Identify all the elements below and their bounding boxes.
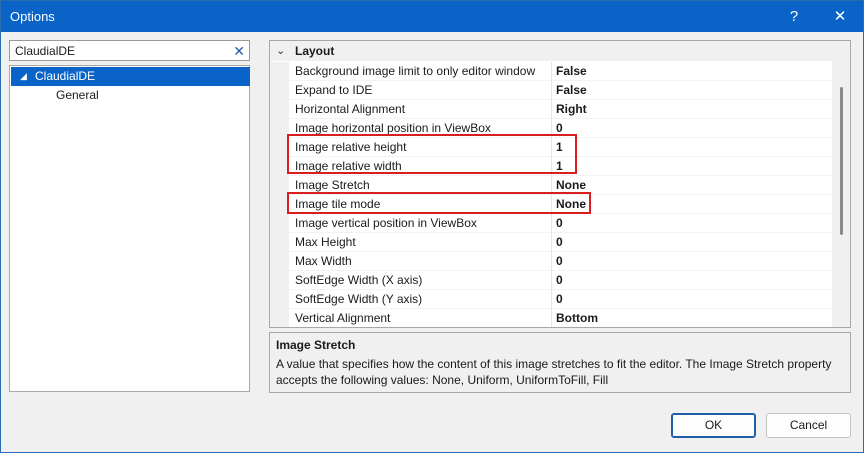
window-title: Options xyxy=(10,9,55,24)
property-value[interactable]: 0 xyxy=(556,252,563,270)
property-name: Image vertical position in ViewBox xyxy=(295,216,477,230)
property-grid: ⌄ Layout Background image limit to only … xyxy=(269,40,851,328)
column-divider[interactable] xyxy=(551,81,552,100)
cancel-button[interactable]: Cancel xyxy=(766,413,851,438)
property-value[interactable]: 0 xyxy=(556,290,563,308)
column-divider[interactable] xyxy=(551,214,552,233)
property-gutter xyxy=(270,214,289,233)
property-name: Background image limit to only editor wi… xyxy=(295,64,536,78)
property-value[interactable]: 0 xyxy=(556,233,563,251)
property-gutter xyxy=(270,252,289,271)
search-input-value: ClaudialDE xyxy=(15,44,76,58)
property-grid-body: ⌄ Layout Background image limit to only … xyxy=(270,41,832,327)
column-divider[interactable] xyxy=(551,309,552,327)
property-row[interactable]: Horizontal Alignment Right xyxy=(270,100,832,119)
property-name: SoftEdge Width (Y axis) xyxy=(295,292,423,306)
ok-button[interactable]: OK xyxy=(671,413,756,438)
property-name: Expand to IDE xyxy=(295,83,373,97)
property-row[interactable]: Background image limit to only editor wi… xyxy=(270,62,832,81)
description-body: A value that specifies how the content o… xyxy=(276,357,832,387)
column-divider[interactable] xyxy=(551,290,552,309)
column-divider[interactable] xyxy=(551,100,552,119)
highlight-box-tile-mode xyxy=(287,192,591,214)
options-tree: ◢ ClaudialDE General xyxy=(9,65,250,392)
property-row[interactable]: Max Height 0 xyxy=(270,233,832,252)
property-row[interactable]: SoftEdge Width (Y axis) 0 xyxy=(270,290,832,309)
description-title: Image Stretch xyxy=(276,338,356,352)
property-value[interactable]: Right xyxy=(556,100,587,118)
property-gutter xyxy=(270,290,289,309)
property-row[interactable]: Vertical Alignment Bottom xyxy=(270,309,832,327)
property-gutter xyxy=(270,233,289,252)
property-value[interactable]: False xyxy=(556,81,587,99)
column-divider[interactable] xyxy=(551,252,552,271)
column-divider[interactable] xyxy=(551,62,552,81)
property-row[interactable]: Image vertical position in ViewBox 0 xyxy=(270,214,832,233)
property-gutter xyxy=(270,271,289,290)
category-row-layout[interactable]: ⌄ Layout xyxy=(270,41,832,61)
title-bar[interactable]: Options ? ✕ xyxy=(1,1,863,32)
property-row[interactable]: SoftEdge Width (X axis) 0 xyxy=(270,271,832,290)
property-name: Vertical Alignment xyxy=(295,311,391,325)
property-name: Horizontal Alignment xyxy=(295,102,406,116)
property-value[interactable]: 0 xyxy=(556,214,563,232)
tree-item-general[interactable]: General xyxy=(11,86,250,105)
property-name: Max Height xyxy=(295,235,356,249)
property-value[interactable]: 0 xyxy=(556,271,563,289)
options-dialog: Options ? ✕ ClaudialDE ✕ ◢ ClaudialDE Ge… xyxy=(0,0,864,453)
category-label: Layout xyxy=(295,44,335,58)
property-row[interactable]: Max Width 0 xyxy=(270,252,832,271)
property-name: Max Width xyxy=(295,254,352,268)
property-row[interactable]: Expand to IDE False xyxy=(270,81,832,100)
tree-item-claudialde[interactable]: ◢ ClaudialDE xyxy=(11,67,250,86)
column-divider[interactable] xyxy=(551,271,552,290)
tree-item-label: General xyxy=(56,88,99,102)
chevron-down-icon[interactable]: ⌄ xyxy=(276,41,285,61)
close-button[interactable]: ✕ xyxy=(817,1,863,32)
search-input[interactable]: ClaudialDE ✕ xyxy=(9,40,250,61)
clear-search-icon[interactable]: ✕ xyxy=(233,41,245,61)
property-name: SoftEdge Width (X axis) xyxy=(295,273,423,287)
help-button[interactable]: ? xyxy=(771,1,817,32)
property-gutter xyxy=(270,62,289,81)
scrollbar-thumb[interactable] xyxy=(840,87,843,235)
property-gutter xyxy=(270,100,289,119)
property-value[interactable]: False xyxy=(556,62,587,80)
column-divider[interactable] xyxy=(551,233,552,252)
property-gutter xyxy=(270,309,289,327)
highlight-box-relative-size xyxy=(287,134,577,174)
property-gutter xyxy=(270,81,289,100)
tree-item-label: ClaudialDE xyxy=(35,69,96,83)
description-panel: Image Stretch A value that specifies how… xyxy=(269,332,851,393)
expand-arrow-icon[interactable]: ◢ xyxy=(20,67,27,86)
property-value[interactable]: Bottom xyxy=(556,309,598,327)
